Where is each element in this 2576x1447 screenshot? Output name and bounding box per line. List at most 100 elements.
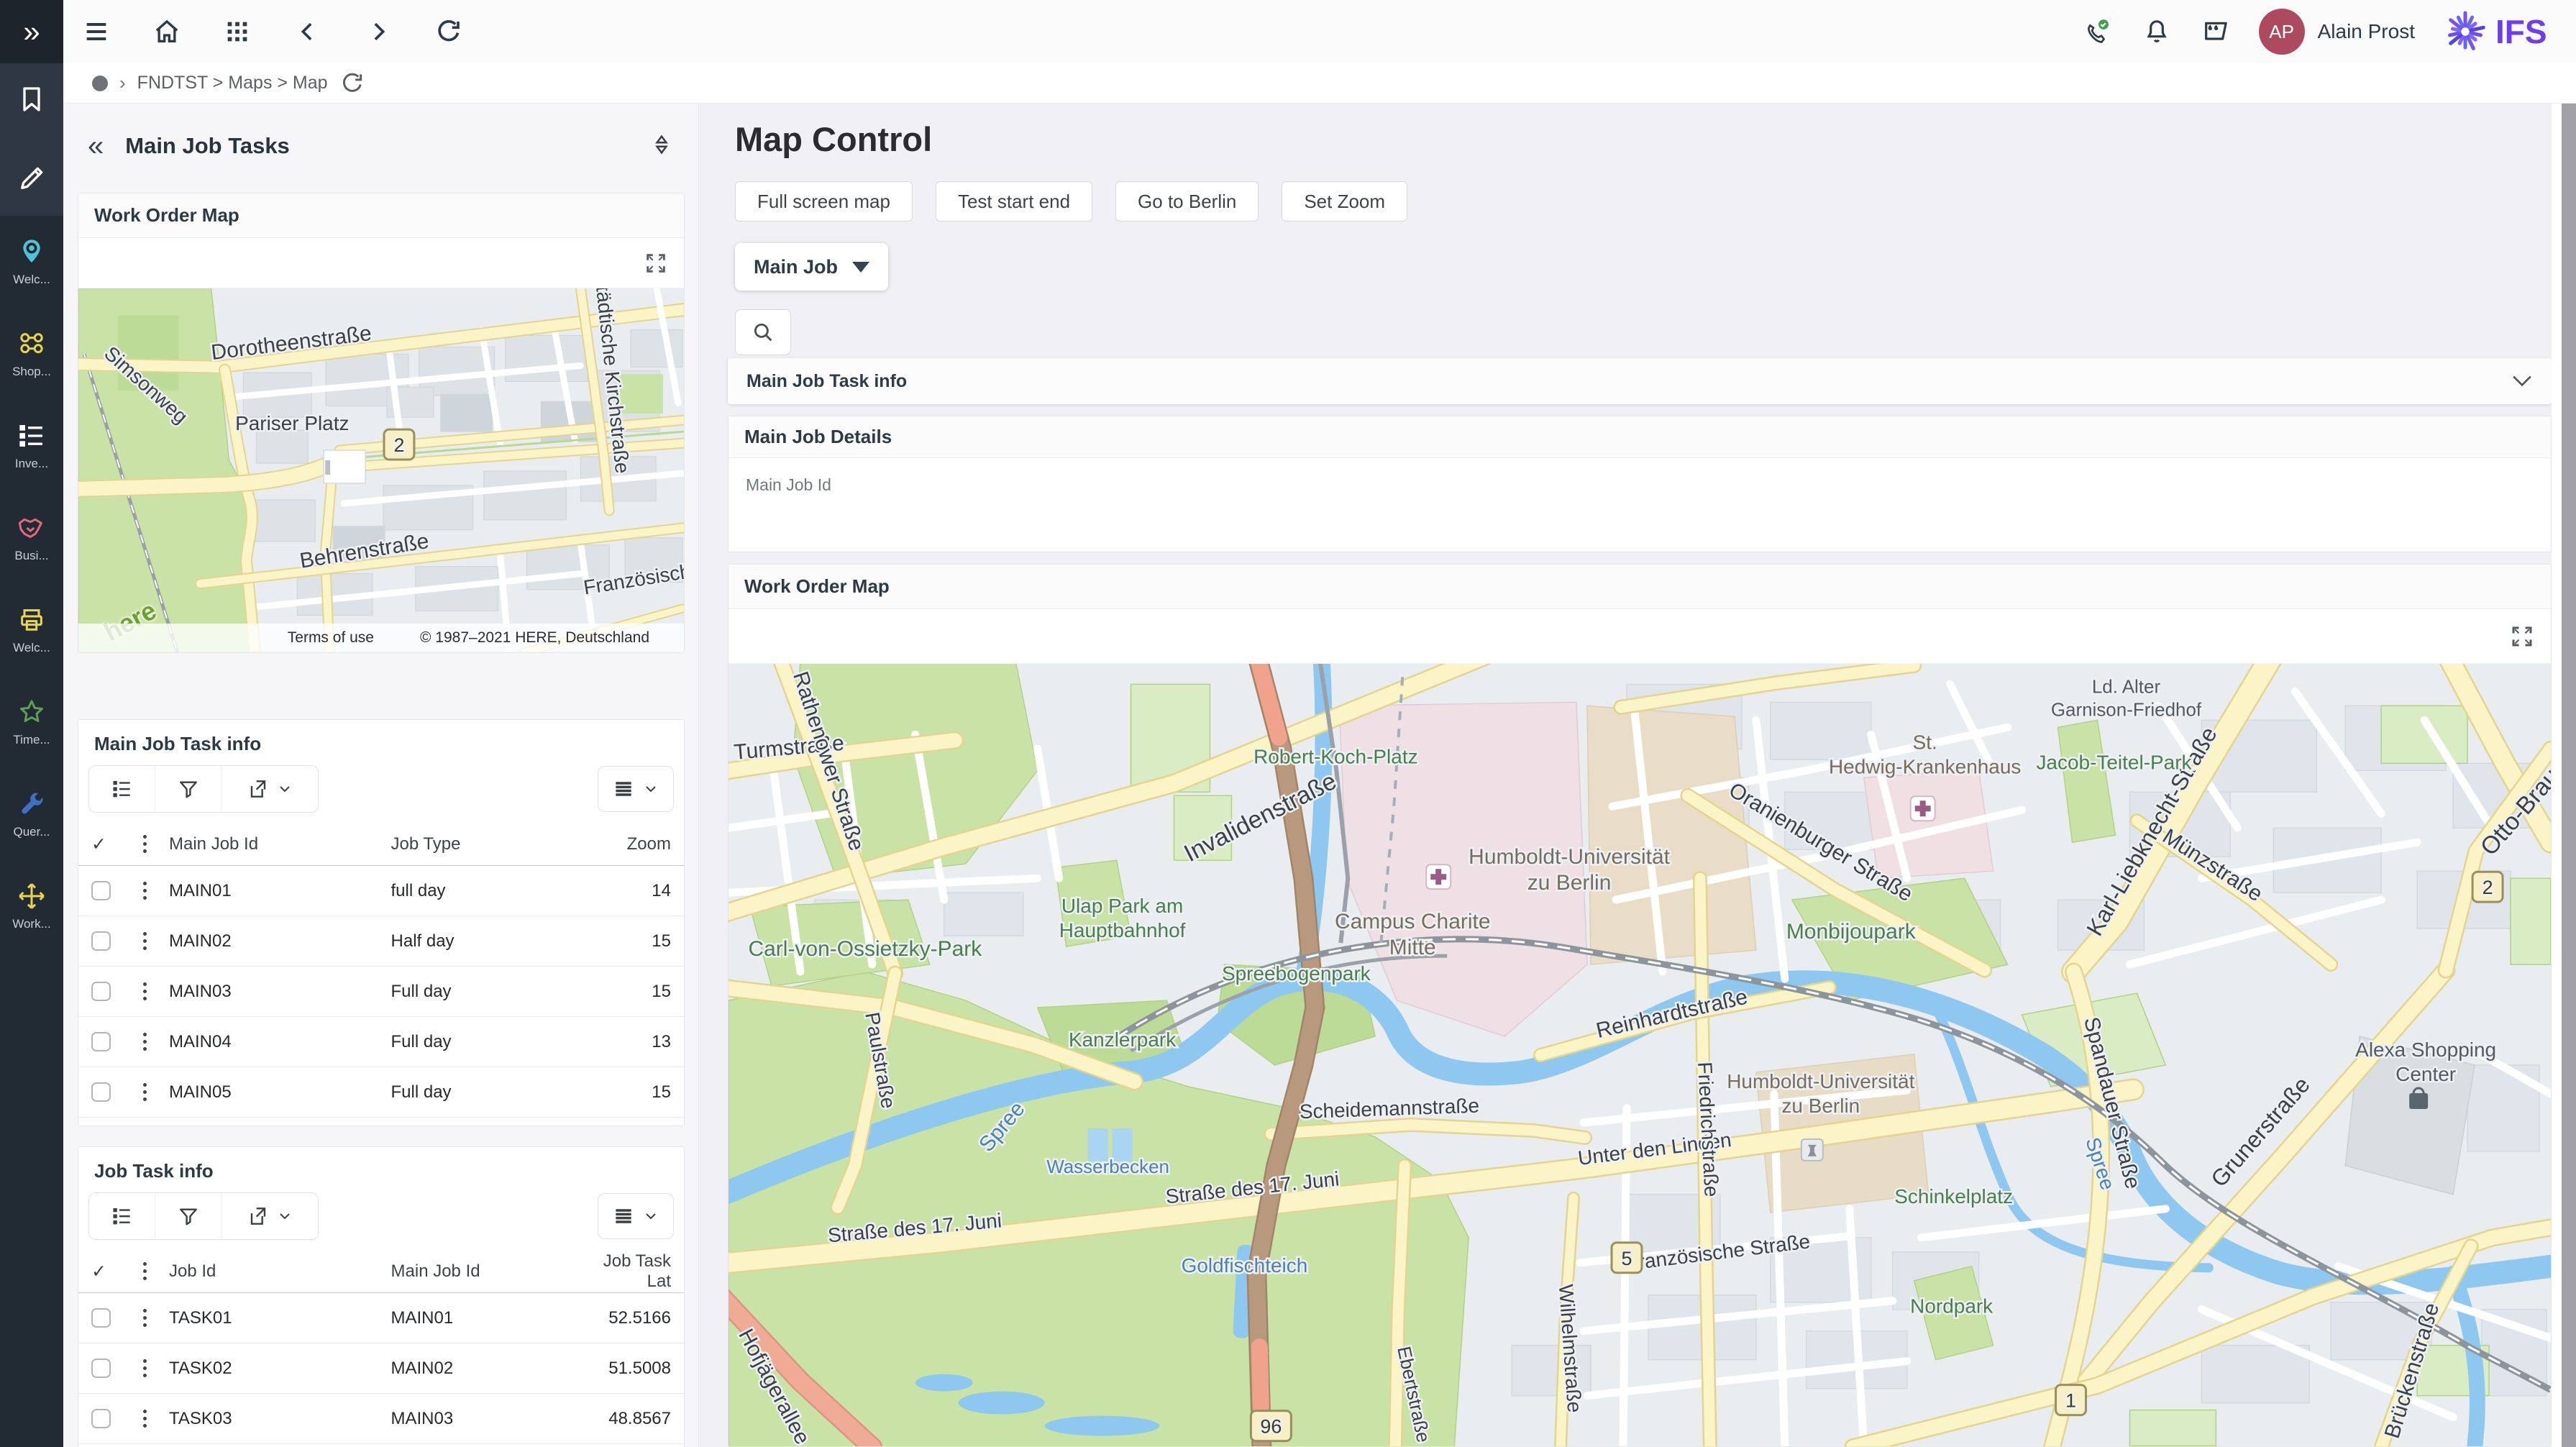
sidebar-item-label: Busi... <box>14 549 48 563</box>
table-row[interactable]: MAIN04Full day13 <box>78 1017 684 1067</box>
row-menu-kebab-icon[interactable] <box>143 1417 147 1420</box>
svg-text:5: 5 <box>1622 1248 1632 1269</box>
search-icon <box>751 320 775 344</box>
breadcrumb-path[interactable]: FNDTST > Maps > Map <box>137 73 328 93</box>
user-name: Alain Prost <box>2318 20 2415 43</box>
app-grid-icon[interactable] <box>221 16 253 47</box>
chevron-down-icon <box>642 1208 659 1225</box>
work-order-map-large[interactable]: InvalidenstraßeTurmstraßeRathenower Stra… <box>729 664 2551 1446</box>
left-rail: » Welc...Shop...Inve...Busi...Welc...Tim… <box>0 0 63 1447</box>
row-menu-kebab-icon[interactable] <box>143 1040 147 1044</box>
breadcrumb-refresh-icon[interactable] <box>339 70 365 96</box>
export-icon[interactable] <box>221 1193 318 1239</box>
route-shield: 1 <box>2056 1385 2086 1415</box>
row-menu-kebab-icon[interactable] <box>143 1366 147 1370</box>
work-order-map-card-main: Work Order Map <box>728 564 2552 1447</box>
resize-panel-icon[interactable] <box>649 132 674 160</box>
row-menu-kebab-icon[interactable] <box>143 939 147 943</box>
full-screen-map-button[interactable]: Full screen map <box>735 181 913 222</box>
route-shield: 5 <box>1612 1243 1642 1273</box>
header-kebab-icon[interactable] <box>143 1269 147 1273</box>
table-header: ✓ Job IdMain Job IdJob Task Lat <box>78 1250 684 1293</box>
feedback-icon[interactable] <box>2200 16 2232 47</box>
main-job-task-info-collapsible[interactable]: Main Job Task info <box>728 358 2552 404</box>
table-row[interactable]: TASK02MAIN0251.5008 <box>78 1343 684 1394</box>
table-row[interactable]: MAIN02Half day15 <box>78 916 684 967</box>
table-row[interactable]: TASK01MAIN0152.5166 <box>78 1293 684 1343</box>
list-icon <box>17 421 46 450</box>
row-menu-kebab-icon[interactable] <box>143 1316 147 1320</box>
table-row[interactable]: TASK03MAIN0348.8567 <box>78 1394 684 1444</box>
row-checkbox[interactable] <box>91 1308 111 1328</box>
column-header[interactable]: Job Task Lat <box>589 1251 674 1292</box>
sidebar-item-work[interactable]: Work... <box>0 860 63 952</box>
column-header[interactable]: Job Type <box>391 834 589 854</box>
sidebar-item-query[interactable]: Quer... <box>0 768 63 860</box>
row-menu-kebab-icon[interactable] <box>143 990 147 993</box>
header-kebab-icon[interactable] <box>143 842 147 846</box>
forward-icon[interactable] <box>362 16 394 47</box>
sidebar-item-inventory[interactable]: Inve... <box>0 400 63 492</box>
home-icon[interactable] <box>151 16 183 47</box>
table-row[interactable]: MAIN01full day14 <box>78 866 684 916</box>
fullscreen-icon[interactable] <box>2509 624 2535 649</box>
expand-rail-button[interactable]: » <box>0 0 63 63</box>
set-zoom-button[interactable]: Set Zoom <box>1282 181 1407 222</box>
search-button[interactable] <box>735 309 791 355</box>
table-header: ✓ Main Job IdJob TypeZoom <box>78 823 684 866</box>
user-menu[interactable]: AP Alain Prost <box>2259 9 2415 55</box>
filter-icon[interactable] <box>155 1193 221 1239</box>
card-title: Work Order Map <box>78 193 684 238</box>
back-icon[interactable] <box>292 16 324 47</box>
column-header[interactable]: Job Id <box>169 1261 391 1282</box>
row-checkbox[interactable] <box>91 1082 111 1102</box>
column-header[interactable]: Zoom <box>589 834 674 854</box>
row-density-icon[interactable] <box>598 766 674 812</box>
sidebar-item-time[interactable]: Time... <box>0 676 63 768</box>
bookmark-icon[interactable] <box>0 85 63 114</box>
export-icon[interactable] <box>221 766 318 812</box>
table-row[interactable]: MAIN03Full day15 <box>78 967 684 1017</box>
hamburger-menu-icon[interactable] <box>81 16 112 47</box>
row-checkbox[interactable] <box>91 931 111 951</box>
sidebar-item-shop[interactable]: Shop... <box>0 308 63 400</box>
terms-of-use-link[interactable]: Terms of use <box>288 629 374 647</box>
row-checkbox[interactable] <box>91 982 111 1001</box>
pencil-icon[interactable] <box>0 164 63 193</box>
fullscreen-icon[interactable] <box>644 251 668 275</box>
row-menu-kebab-icon[interactable] <box>143 1090 147 1094</box>
hospital-icon <box>1426 864 1451 889</box>
go-to-berlin-button[interactable]: Go to Berlin <box>1115 181 1259 222</box>
multi-select-icon[interactable] <box>89 1193 155 1239</box>
table-row[interactable]: MAIN05Full day15 <box>78 1067 684 1118</box>
select-all[interactable]: ✓ <box>91 834 136 855</box>
row-menu-kebab-icon[interactable] <box>143 889 147 893</box>
sidebar-item-welcome-2[interactable]: Welc... <box>0 584 63 676</box>
row-checkbox[interactable] <box>91 881 111 900</box>
notifications-bell-icon[interactable] <box>2141 16 2173 47</box>
filter-icon[interactable] <box>155 766 221 812</box>
column-header[interactable]: Main Job Id <box>391 1261 589 1282</box>
small-map-canvas[interactable]: DorotheenstraßeSimsonwegPariser PlatzBeh… <box>78 288 684 652</box>
cell: Half day <box>391 931 589 951</box>
row-density-icon[interactable] <box>598 1193 674 1239</box>
select-all[interactable]: ✓ <box>91 1261 136 1282</box>
sidebar-item-welcome[interactable]: Welc... <box>0 216 63 308</box>
collapse-panel-icon[interactable]: « <box>88 132 104 160</box>
row-checkbox[interactable] <box>91 1032 111 1051</box>
big-map-canvas[interactable]: InvalidenstraßeTurmstraßeRathenower Stra… <box>729 664 2551 1446</box>
test-start-end-button[interactable]: Test start end <box>936 181 1092 222</box>
scrollbar-thumb[interactable] <box>2562 104 2576 1447</box>
work-order-map-small[interactable]: DorotheenstraßeSimsonwegPariser PlatzBeh… <box>78 288 684 652</box>
sidebar-item-business[interactable]: Busi... <box>0 492 63 584</box>
phone-status-icon[interactable] <box>2082 16 2114 47</box>
sidebar-item-label: Welc... <box>13 273 50 287</box>
cell: MAIN01 <box>391 1308 589 1328</box>
column-header[interactable]: Main Job Id <box>169 834 391 854</box>
main-job-dropdown[interactable]: Main Job <box>735 243 888 291</box>
row-checkbox[interactable] <box>91 1409 111 1428</box>
row-checkbox[interactable] <box>91 1359 111 1378</box>
refresh-icon[interactable] <box>433 16 465 47</box>
links-icon <box>17 329 46 358</box>
multi-select-icon[interactable] <box>89 766 155 812</box>
